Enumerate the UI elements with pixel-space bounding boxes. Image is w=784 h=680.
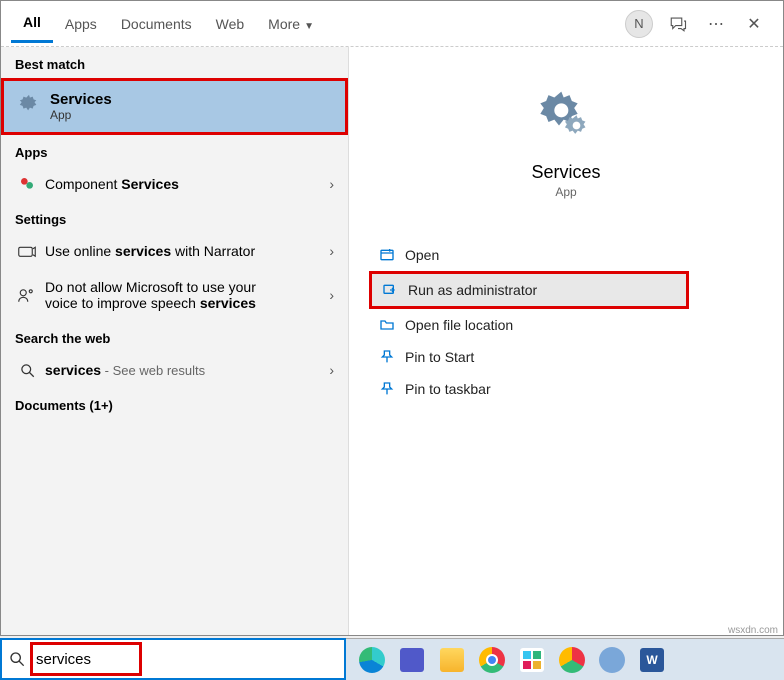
admin-icon [382,282,408,298]
taskbar-app-icon[interactable] [595,643,629,677]
result-label: Component Services [45,176,329,192]
search-input[interactable] [32,640,344,678]
action-label: Run as administrator [408,282,537,298]
action-label: Open file location [405,317,513,333]
taskbar-teams-icon[interactable] [395,643,429,677]
taskbar-slack-icon[interactable] [515,643,549,677]
tab-documents[interactable]: Documents [109,6,204,42]
apps-section-label: Apps [1,135,348,166]
search-box[interactable] [0,638,346,680]
search-icon [2,651,32,667]
speech-icon [15,287,39,303]
narrator-icon [15,244,39,258]
action-run-as-administrator[interactable]: Run as administrator [369,271,689,309]
pin-start-icon [379,349,405,365]
action-pin-to-start[interactable]: Pin to Start [369,341,763,373]
search-filter-tabs: All Apps Documents Web More▼ N ⋯ ✕ [1,1,783,47]
result-label: services - See web results [45,362,329,378]
details-panel: Services App Open Run as administrator O… [349,47,783,635]
action-open[interactable]: Open [369,239,763,271]
best-match-title: Services [50,91,112,108]
best-match-label: Best match [1,47,348,78]
documents-section-label: Documents (1+) [1,388,348,419]
action-open-file-location[interactable]: Open file location [369,309,763,341]
taskbar-edge-icon[interactable] [355,643,389,677]
tab-apps[interactable]: Apps [53,6,109,42]
action-label: Pin to Start [405,349,474,365]
chevron-right-icon: › [329,287,334,303]
results-panel: Best match Services App Apps Component S… [1,47,349,635]
close-icon[interactable]: ✕ [739,9,769,39]
result-component-services[interactable]: Component Services › [1,166,348,202]
tab-all[interactable]: All [11,4,53,43]
services-app-icon [18,93,40,120]
search-web-label: Search the web [1,321,348,352]
result-speech-services[interactable]: Do not allow Microsoft to use your voice… [1,269,348,321]
pin-taskbar-icon [379,381,405,397]
action-label: Open [405,247,439,263]
chevron-right-icon: › [329,362,334,378]
best-match-subtitle: App [50,108,112,122]
settings-section-label: Settings [1,202,348,233]
taskbar-explorer-icon[interactable] [435,643,469,677]
tab-web[interactable]: Web [204,6,257,42]
details-subtitle: App [369,185,763,199]
result-web-search[interactable]: services - See web results › [1,352,348,388]
watermark: wsxdn.com [728,625,778,636]
result-narrator-services[interactable]: Use online services with Narrator › [1,233,348,269]
taskbar-word-icon[interactable]: W [635,643,669,677]
chevron-right-icon: › [329,176,334,192]
result-label: Use online services with Narrator [45,243,329,259]
open-icon [379,247,405,263]
feedback-icon[interactable] [663,9,693,39]
taskbar-chrome-canary-icon[interactable] [555,643,589,677]
services-hero-icon [369,87,763,148]
result-label: Do not allow Microsoft to use your voice… [45,279,329,311]
taskbar-chrome-icon[interactable] [475,643,509,677]
user-avatar[interactable]: N [625,10,653,38]
details-title: Services [369,162,763,183]
chevron-down-icon: ▼ [304,21,314,32]
folder-icon [379,317,405,333]
search-icon [15,363,39,378]
component-services-icon [15,176,39,192]
best-match-item[interactable]: Services App [1,78,348,135]
more-options-icon[interactable]: ⋯ [701,9,731,39]
tab-more[interactable]: More▼ [256,6,326,42]
chevron-right-icon: › [329,243,334,259]
action-label: Pin to taskbar [405,381,491,397]
action-pin-to-taskbar[interactable]: Pin to taskbar [369,373,763,405]
